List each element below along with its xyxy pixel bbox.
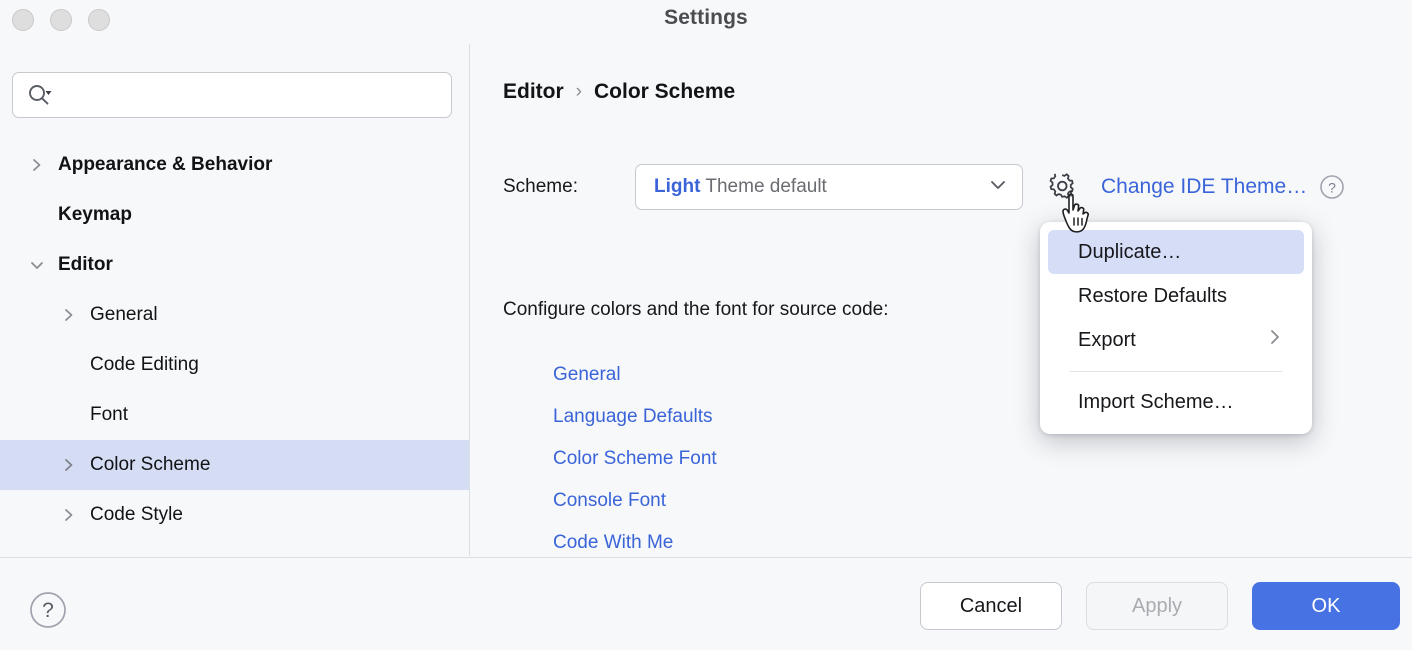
dialog-footer: ? Cancel Apply OK <box>0 557 1412 650</box>
search-icon[interactable] <box>27 83 53 107</box>
menu-item-import-scheme[interactable]: Import Scheme… <box>1048 380 1304 424</box>
sidebar-item-appearance-behavior[interactable]: Appearance & Behavior <box>0 140 469 190</box>
sidebar-item-label: Keymap <box>58 204 132 226</box>
search-area <box>0 44 469 118</box>
sidebar-item-color-scheme[interactable]: Color Scheme <box>0 440 469 490</box>
menu-item-label: Restore Defaults <box>1078 285 1227 308</box>
link-language-defaults[interactable]: Language Defaults <box>553 396 717 438</box>
svg-text:?: ? <box>42 599 54 622</box>
help-button[interactable]: ? <box>28 590 68 630</box>
change-ide-theme-link[interactable]: Change IDE Theme… <box>1101 175 1307 199</box>
settings-dialog: Settings <box>0 0 1412 650</box>
question-circle-icon[interactable]: ? <box>1319 174 1345 200</box>
settings-sidebar: Appearance & Behavior Keymap Editor Gene… <box>0 44 470 556</box>
sidebar-item-label: Code Style <box>90 504 183 526</box>
cancel-button[interactable]: Cancel <box>920 582 1062 630</box>
menu-item-restore-defaults[interactable]: Restore Defaults <box>1048 274 1304 318</box>
dialog-buttons: Cancel Apply OK <box>920 582 1400 630</box>
ok-button[interactable]: OK <box>1252 582 1400 630</box>
section-description: Configure colors and the font for source… <box>503 299 889 321</box>
color-scheme-links: General Language Defaults Color Scheme F… <box>553 354 717 556</box>
chevron-right-icon[interactable] <box>24 157 50 173</box>
scheme-label: Scheme: <box>503 176 635 198</box>
sidebar-item-label: Code Editing <box>90 354 199 376</box>
link-color-scheme-font[interactable]: Color Scheme Font <box>553 438 717 480</box>
sidebar-item-label: Editor <box>58 254 113 276</box>
scheme-value: Light Theme default <box>654 176 827 198</box>
search-box[interactable] <box>12 72 452 118</box>
chevron-right-icon <box>1268 328 1282 352</box>
link-general[interactable]: General <box>553 354 717 396</box>
svg-text:?: ? <box>1328 180 1336 196</box>
window-title: Settings <box>0 6 1412 30</box>
sidebar-item-code-editing[interactable]: Code Editing <box>0 340 469 390</box>
menu-separator <box>1070 371 1282 372</box>
sidebar-item-code-style[interactable]: Code Style <box>0 490 469 540</box>
breadcrumb-current: Color Scheme <box>594 80 735 104</box>
scheme-row: Scheme: Light Theme default Chang <box>503 164 1345 210</box>
link-code-with-me[interactable]: Code With Me <box>553 522 717 556</box>
scheme-combobox[interactable]: Light Theme default <box>635 164 1023 210</box>
chevron-down-icon[interactable] <box>24 259 50 271</box>
sidebar-item-font[interactable]: Font <box>0 390 469 440</box>
link-console-font[interactable]: Console Font <box>553 480 717 522</box>
chevron-down-icon[interactable] <box>988 178 1008 197</box>
sidebar-item-keymap[interactable]: Keymap <box>0 190 469 240</box>
title-bar: Settings <box>0 0 1412 44</box>
sidebar-item-label: Color Scheme <box>90 454 210 476</box>
chevron-right-icon[interactable] <box>56 307 82 323</box>
sidebar-item-general[interactable]: General <box>0 290 469 340</box>
menu-item-export[interactable]: Export <box>1048 318 1304 362</box>
sidebar-item-label: General <box>90 304 158 326</box>
scheme-context-menu: Duplicate… Restore Defaults Export Impor… <box>1040 222 1312 434</box>
menu-item-label: Import Scheme… <box>1078 391 1234 414</box>
chevron-right-icon[interactable] <box>56 507 82 523</box>
menu-item-label: Export <box>1078 329 1136 352</box>
sidebar-item-label: Appearance & Behavior <box>58 154 272 176</box>
breadcrumb: Editor › Color Scheme <box>503 80 735 104</box>
apply-button[interactable]: Apply <box>1086 582 1228 630</box>
sidebar-item-label: Font <box>90 404 128 426</box>
scheme-value-accent: Light <box>654 176 700 197</box>
pointing-hand-cursor <box>1057 190 1101 247</box>
breadcrumb-separator-icon: › <box>576 81 582 103</box>
settings-tree: Appearance & Behavior Keymap Editor Gene… <box>0 140 469 540</box>
scheme-value-rest: Theme default <box>705 176 826 197</box>
chevron-right-icon[interactable] <box>56 457 82 473</box>
search-input[interactable] <box>63 86 433 104</box>
breadcrumb-parent[interactable]: Editor <box>503 80 564 104</box>
sidebar-item-editor[interactable]: Editor <box>0 240 469 290</box>
